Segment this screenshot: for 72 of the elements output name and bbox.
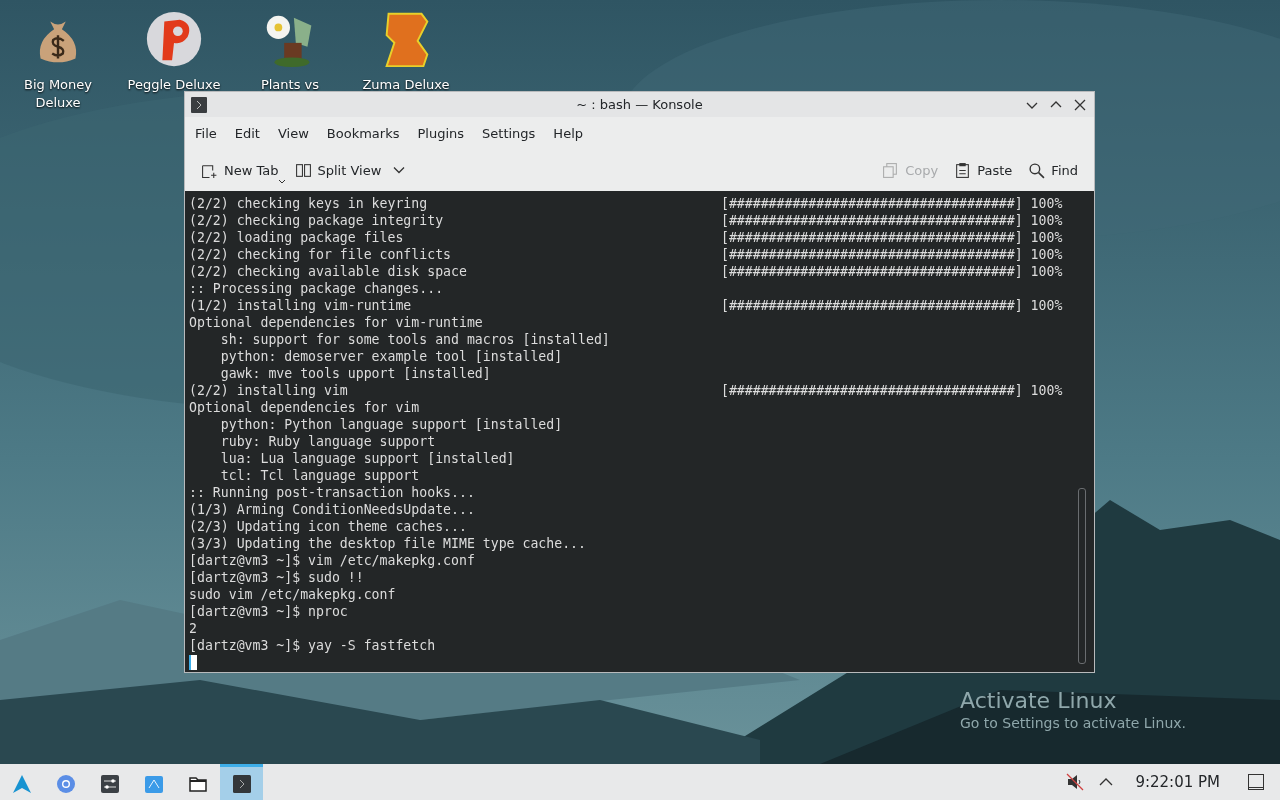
scrollbar-thumb[interactable] xyxy=(1078,488,1086,664)
progress-text: [####################################] 100% xyxy=(720,246,1063,263)
progress-text: [####################################] 100% xyxy=(720,212,1063,229)
terminal-line: (1/3) Arming ConditionNeedsUpdate... xyxy=(189,501,476,518)
terminal-line: [dartz@vm3 ~]$ nproc xyxy=(189,603,349,620)
terminal-line: :: Running post-transaction hooks... xyxy=(189,484,476,501)
terminal-icon xyxy=(191,96,207,113)
window-title: ~ : bash — Konsole xyxy=(575,97,704,112)
terminal-line: (1/2) installing vim-runtime xyxy=(189,297,413,314)
split-view-icon xyxy=(294,161,312,179)
icon-label: Plants vs xyxy=(260,76,320,94)
terminal-line: lua: Lua language support [installed] xyxy=(219,450,516,467)
terminal-icon xyxy=(231,773,252,794)
menu-item[interactable]: Plugins xyxy=(409,123,473,143)
terminal-line: (2/2) loading package files xyxy=(189,229,405,246)
paste-button[interactable]: Paste xyxy=(946,157,1021,183)
find-button[interactable]: Find xyxy=(1020,157,1086,183)
terminal-line: Optional dependencies for vim-runtime xyxy=(189,314,484,331)
activation-message: Go to Settings to activate Linux. xyxy=(960,715,1186,731)
progress-text: [####################################] 100% xyxy=(720,229,1063,246)
terminal-line: sudo vim /etc/makepkg.conf xyxy=(189,586,397,603)
terminal-line: (2/2) checking available disk space xyxy=(189,263,468,280)
sliders-icon xyxy=(99,773,120,794)
icon-label: Big Money Deluxe xyxy=(23,76,93,112)
terminal-line: (2/2) installing vim xyxy=(189,382,349,399)
terminal-line: [dartz@vm3 ~]$ sudo !! xyxy=(189,569,365,586)
terminal-line: gawk: mve tools upport [installed] xyxy=(219,365,492,382)
show-desktop-icon[interactable] xyxy=(1246,772,1266,792)
terminal-line: python: demoserver example tool [installed] xyxy=(219,348,564,365)
progress-text: [####################################] 100% xyxy=(720,263,1063,280)
terminal-line: (3/3) Updating the desktop file MIME type cache... xyxy=(189,535,587,552)
terminal-line: (2/3) Updating icon theme caches... xyxy=(189,518,468,535)
split-view-button[interactable]: Split View xyxy=(286,157,414,183)
terminal-line: tcl: Tcl language support xyxy=(219,467,421,484)
menu-item[interactable]: View xyxy=(269,123,317,143)
icon-label: Zuma Deluxe xyxy=(362,76,450,94)
copy-icon xyxy=(882,161,900,179)
progress-text: [####################################] 100% xyxy=(720,195,1063,212)
chevron-up-icon[interactable] xyxy=(1099,777,1114,787)
menu-item[interactable]: Settings xyxy=(474,123,544,143)
terminal-line: Optional dependencies for vim xyxy=(189,399,421,416)
clock[interactable]: 9:22:01 PM xyxy=(1135,773,1220,791)
close-icon[interactable] xyxy=(1074,98,1086,111)
browser-icon xyxy=(55,773,76,794)
menu-item[interactable]: File xyxy=(187,123,225,143)
taskbar-button[interactable] xyxy=(220,764,263,800)
caret-icon xyxy=(277,178,286,184)
muted-speaker-icon[interactable] xyxy=(1065,772,1086,792)
text-cursor xyxy=(189,655,197,670)
terminal-line: (2/2) checking for file conflicts xyxy=(189,246,452,263)
caret-icon xyxy=(393,166,406,174)
terminal-line: ruby: Ruby language support xyxy=(219,433,437,450)
terminal-line: [dartz@vm3 ~]$ yay -S fastfetch xyxy=(189,637,437,654)
search-icon xyxy=(1028,161,1046,179)
terminal-line: (2/2) checking package integrity xyxy=(189,212,445,229)
terminal-line: [dartz@vm3 ~]$ vim /etc/makepkg.conf xyxy=(189,552,476,569)
icon-label: Peggle Deluxe xyxy=(127,76,221,94)
terminal-line: :: Processing package changes... xyxy=(189,280,445,297)
menu-item[interactable]: Bookmarks xyxy=(318,123,408,143)
terminal-line: (2/2) checking keys in keyring xyxy=(189,195,429,212)
terminal-line: python: Python language support [installed] xyxy=(219,416,564,433)
menu-item[interactable]: Edit xyxy=(226,123,268,143)
activation-title: Activate Linux xyxy=(960,688,1118,713)
progress-text: [####################################] 100% xyxy=(720,382,1063,399)
new-tab-button[interactable]: New Tab xyxy=(193,157,287,183)
clipboard-icon xyxy=(954,161,972,179)
progress-text: [####################################] 100% xyxy=(720,297,1063,314)
terminal-line: 2 xyxy=(189,620,198,637)
menu-item[interactable]: Help xyxy=(545,123,591,143)
store-icon xyxy=(143,773,164,794)
launcher-icon xyxy=(11,773,32,794)
terminal-line: sh: support for some tools and macros [installed] xyxy=(219,331,611,348)
